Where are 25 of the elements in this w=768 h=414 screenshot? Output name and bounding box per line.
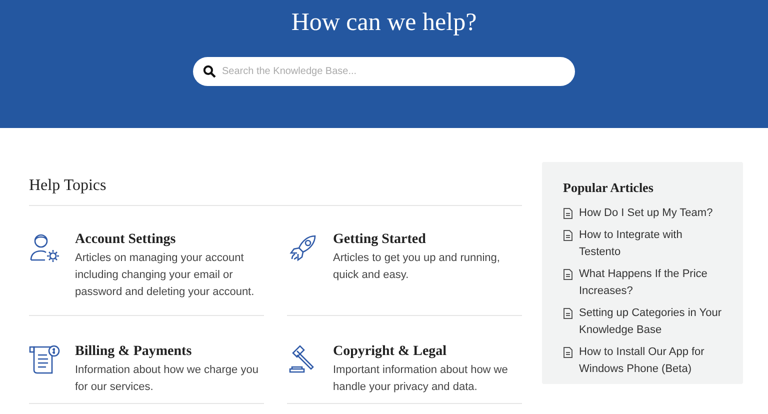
search-icon	[203, 65, 216, 78]
article-link[interactable]: How to Install Our App for Windows Phone (Beta)	[579, 344, 724, 378]
topic-title[interactable]: Copyright & Legal	[333, 344, 522, 360]
article-link[interactable]: How Do I Set up My Team?	[579, 205, 713, 222]
article-link[interactable]: Setting up Categories in Your Knowledge Base	[579, 305, 724, 339]
document-icon	[563, 347, 573, 358]
article-link[interactable]: How to Integrate with Testento	[579, 227, 724, 261]
article-link[interactable]: What Happens If the Price Increases?	[579, 266, 724, 300]
page-title: How can we help?	[291, 9, 477, 37]
search-field[interactable]: Search the Knowledge Base...	[193, 57, 575, 86]
topic-description: Articles on managing your account including changing your email or password and deleting your account.	[75, 251, 256, 300]
panel-title: Popular Articles	[563, 180, 654, 196]
user-gear-icon	[29, 232, 61, 264]
document-icon	[563, 208, 573, 219]
document-icon	[563, 308, 573, 319]
bill-icon	[29, 344, 61, 376]
document-icon	[563, 269, 573, 280]
topic-description: Articles to get you up and running, quick and easy.	[333, 251, 501, 283]
topic-description: Information about how we charge you for our services.	[75, 363, 260, 395]
topic-description: Important information about how we handle your privacy and data.	[333, 363, 509, 395]
topic-title[interactable]: Billing & Payments	[75, 344, 264, 360]
document-icon	[563, 230, 573, 241]
section-title: Help Topics	[29, 170, 522, 206]
topic-title[interactable]: Getting Started	[333, 232, 522, 248]
topic-title[interactable]: Account Settings	[75, 232, 264, 248]
